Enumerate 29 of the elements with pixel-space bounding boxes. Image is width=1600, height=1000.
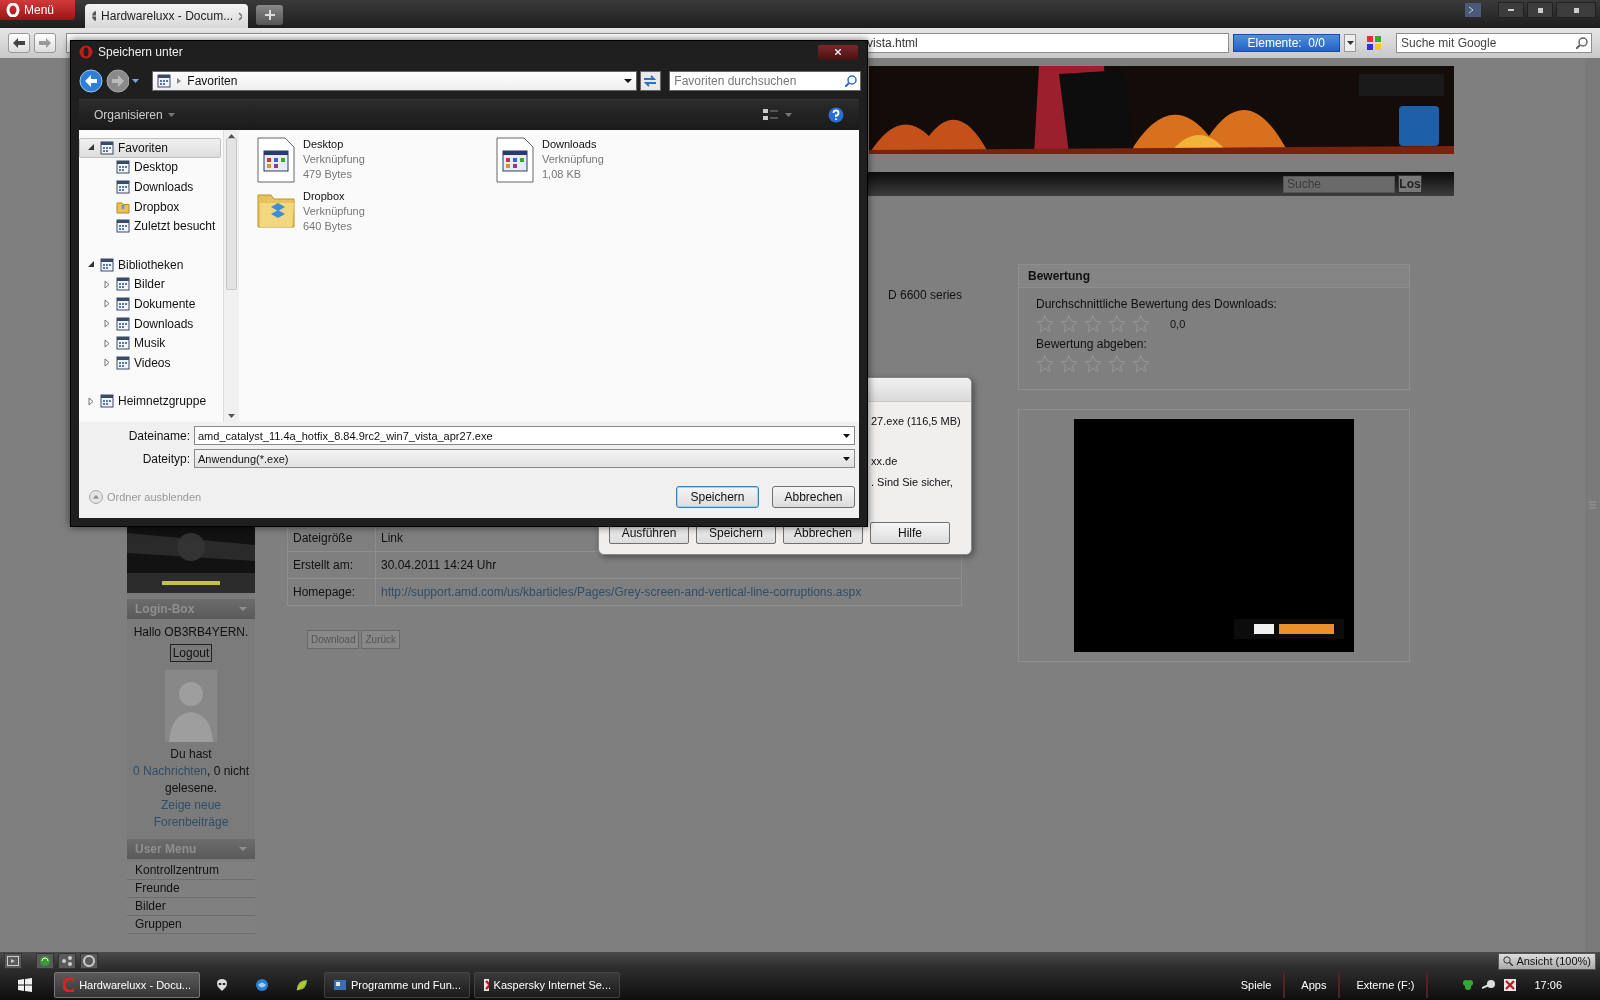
description-text: D 6600 series: [888, 288, 963, 302]
file-type: Verknüpfung: [303, 204, 365, 219]
filename-label: Dateiname:: [127, 428, 191, 443]
detail-label: Erstellt am:: [293, 558, 353, 572]
file-name: Dropbox: [303, 189, 346, 204]
greeting-text: Hallo OB3RB4YERN.: [132, 624, 250, 641]
dialog-title: Speichern unter: [98, 45, 183, 59]
messages-text: Du hast 0 Nachrichten, 0 nicht gelesene.: [131, 746, 251, 797]
detail-label: Homepage:: [293, 585, 356, 599]
clock: 17:06: [1534, 979, 1563, 991]
file-size: 640 Bytes: [303, 219, 353, 234]
file-name: Downloads: [542, 137, 598, 152]
detail-label: Dateigröße: [293, 531, 353, 545]
file-name: Desktop: [303, 137, 345, 152]
dialog-text: . Sind Sie sicher,: [871, 476, 954, 488]
give-rating-label: Bewertung abgeben:: [1036, 337, 1148, 351]
dialog-text: 27.exe (116,5 MB): [871, 415, 962, 427]
file-type: Verknüpfung: [303, 152, 365, 167]
average-rating-label: Durchschnittliche Bewertung des Downloads:: [1036, 297, 1278, 311]
tab-title: Hardwareluxx - Docum...: [101, 9, 234, 23]
file-size: 479 Bytes: [303, 167, 353, 182]
dialog-text: xx.de: [871, 455, 899, 467]
rating-title: Bewertung: [1019, 265, 1409, 288]
file-type: Verknüpfung: [542, 152, 604, 167]
average-rating-value: 0,0: [1170, 318, 1186, 330]
filetype-label: Dateityp:: [141, 451, 191, 466]
detail-value: Link: [381, 531, 403, 545]
file-size: 1,08 KB: [542, 167, 583, 182]
detail-value: 30.04.2011 14:24 Uhr: [381, 558, 497, 572]
